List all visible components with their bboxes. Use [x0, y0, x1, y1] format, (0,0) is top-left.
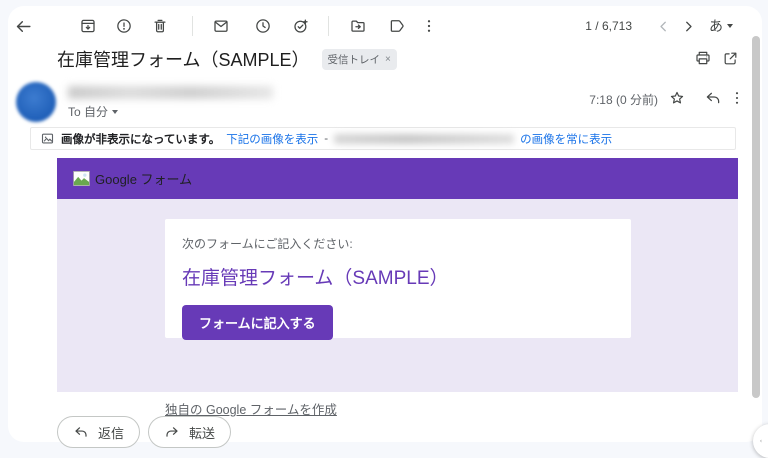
reply-pill-button[interactable]: 返信 — [57, 416, 141, 448]
mark-unread-button[interactable] — [206, 11, 236, 41]
more-vert-icon — [735, 92, 739, 104]
input-tools-label: あ — [709, 18, 723, 34]
form-intro-text: 次のフォームにご記入ください: — [182, 237, 353, 251]
inbox-label-chip[interactable]: 受信トレイ × — [321, 48, 397, 70]
delete-button[interactable] — [145, 11, 175, 41]
chevron-left-icon — [659, 21, 666, 31]
forms-email-body: 次のフォームにご記入ください: 在庫管理フォーム（SAMPLE） フォームに記入… — [57, 199, 738, 417]
star-icon — [670, 91, 684, 104]
sender-avatar[interactable] — [16, 82, 56, 122]
forward-icon — [166, 427, 178, 437]
older-email-button[interactable] — [673, 11, 703, 41]
toolbar-more-button[interactable] — [414, 11, 444, 41]
forms-brand-alt-text: Google フォーム — [95, 172, 193, 187]
move-to-button[interactable] — [343, 11, 373, 41]
snooze-button[interactable] — [248, 11, 278, 41]
sender-name-redacted — [68, 86, 273, 99]
chevron-left-icon — [760, 439, 762, 443]
delete-icon — [154, 19, 166, 33]
banner-message: 画像が非表示になっています。 — [61, 133, 221, 146]
mark-unread-icon — [214, 20, 228, 32]
reply-icon — [706, 92, 720, 104]
form-title: 在庫管理フォーム（SAMPLE） — [182, 268, 449, 289]
fill-form-button[interactable]: フォームに記入する — [182, 305, 333, 340]
subject-row: 在庫管理フォーム（SAMPLE） 受信トレイ × — [57, 46, 397, 72]
more-vert-icon — [427, 20, 431, 32]
back-button[interactable] — [8, 11, 38, 41]
report-spam-button[interactable] — [109, 11, 139, 41]
to-label: To 自分 — [68, 105, 109, 119]
snooze-icon — [256, 19, 270, 33]
reading-pane: 1 / 6,713 あ 在庫管理フォーム（SAMPLE） 受信トレイ × To … — [8, 6, 762, 448]
email-subject: 在庫管理フォーム（SAMPLE） — [57, 50, 310, 70]
banner-separator: - — [324, 132, 329, 145]
back-arrow-icon — [16, 20, 31, 32]
move-to-icon — [351, 20, 365, 32]
labels-button[interactable] — [382, 11, 412, 41]
input-tools-button[interactable]: あ — [700, 11, 742, 41]
add-to-tasks-button[interactable] — [286, 11, 316, 41]
report-spam-icon — [117, 19, 131, 33]
toolbar-divider — [328, 16, 329, 36]
open-in-new-button[interactable] — [715, 43, 745, 73]
caret-down-icon — [112, 109, 119, 114]
print-button[interactable] — [688, 43, 718, 73]
sender-address-redacted — [334, 133, 515, 144]
add-to-tasks-icon — [294, 19, 308, 33]
archive-icon — [81, 19, 95, 33]
caret-down-icon — [727, 24, 733, 28]
star-button[interactable] — [662, 83, 692, 113]
to-recipients-toggle[interactable]: To 自分 — [68, 103, 119, 120]
reply-icon — [75, 427, 87, 437]
reply-pill-label: 返信 — [98, 425, 125, 441]
images-hidden-banner: 画像が非表示になっています。 下記の画像を表示 - の画像を常に表示 — [30, 127, 736, 150]
scrollbar-thumb[interactable] — [752, 36, 760, 398]
forward-pill-button[interactable]: 転送 — [148, 416, 232, 448]
print-icon — [696, 51, 710, 65]
message-more-button[interactable] — [722, 83, 752, 113]
pagination-count: 1 / 6,713 — [585, 19, 632, 33]
labels-icon — [390, 20, 404, 32]
message-timestamp: 7:18 (0 分前) — [589, 93, 658, 107]
hidden-image-icon — [41, 133, 54, 144]
forward-pill-label: 転送 — [189, 425, 216, 441]
form-card: 次のフォームにご記入ください: 在庫管理フォーム（SAMPLE） フォームに記入… — [165, 219, 631, 340]
open-in-new-icon — [724, 52, 736, 64]
toolbar-divider — [192, 16, 193, 36]
archive-button[interactable] — [73, 11, 103, 41]
show-images-link[interactable]: 下記の画像を表示 — [226, 131, 318, 147]
forms-email-header: Google フォーム — [57, 158, 738, 199]
inbox-label-text: 受信トレイ — [327, 53, 381, 66]
always-show-images-link[interactable]: の画像を常に表示 — [520, 131, 612, 147]
broken-image-icon — [73, 171, 90, 186]
email-content: Google フォーム 次のフォームにご記入ください: 在庫管理フォーム（SAM… — [57, 158, 738, 417]
chevron-right-icon — [685, 21, 692, 31]
remove-label-icon[interactable]: × — [385, 54, 391, 65]
